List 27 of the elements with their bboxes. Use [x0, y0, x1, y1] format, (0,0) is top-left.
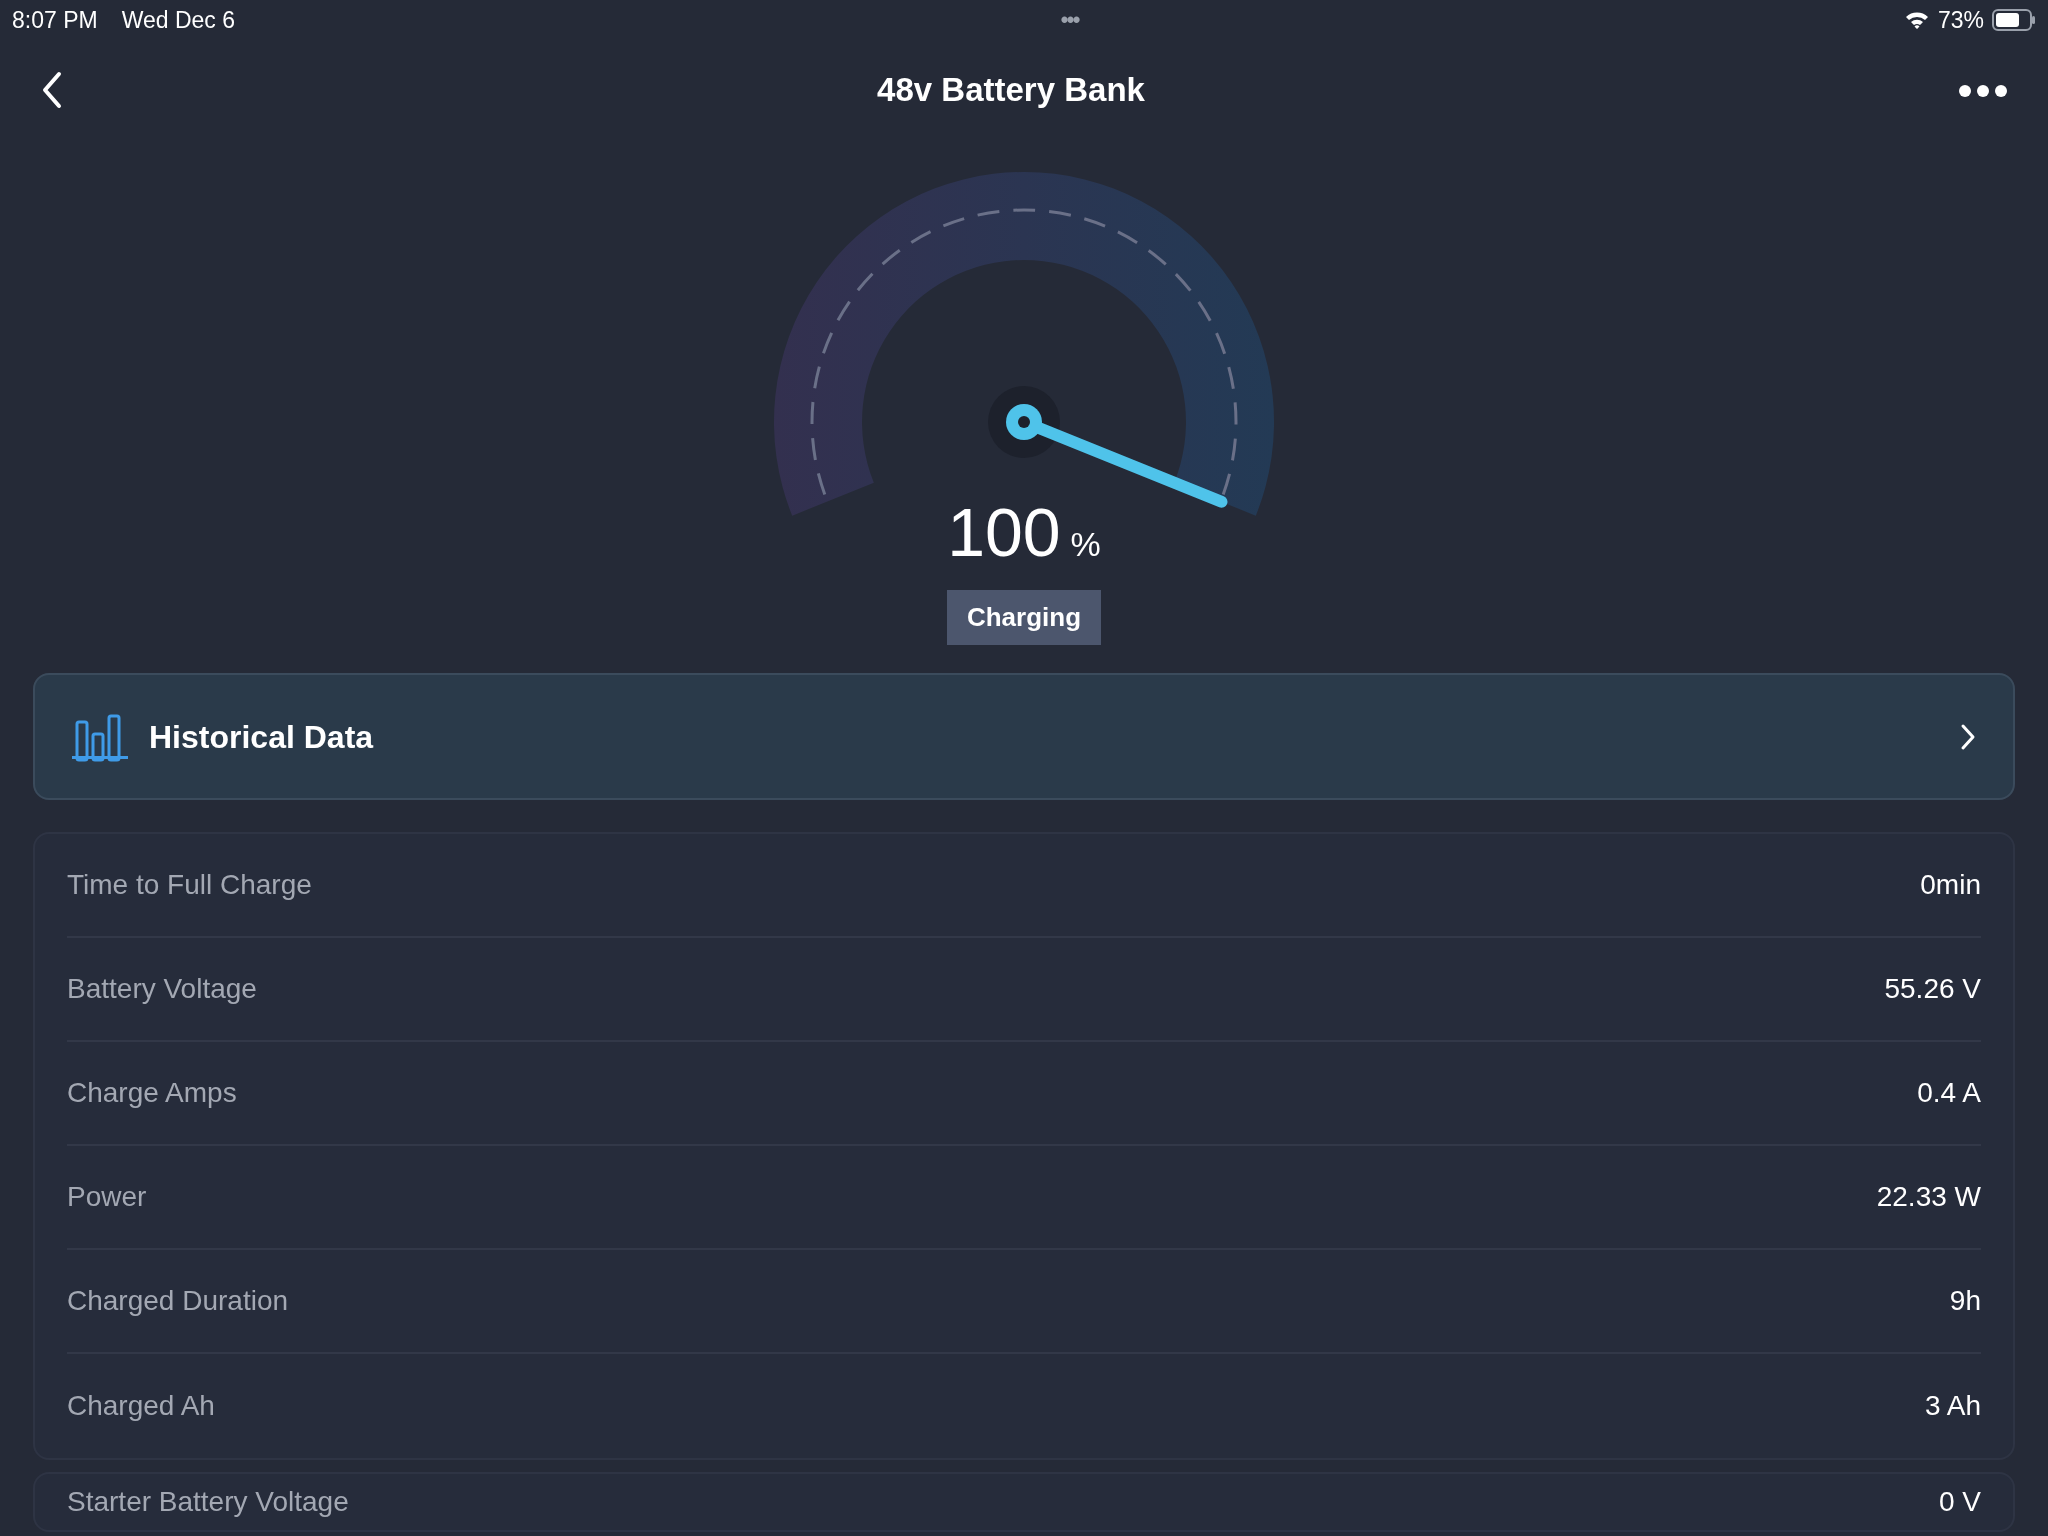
page-title: 48v Battery Bank — [877, 70, 1145, 111]
stat-value: 9h — [1949, 1284, 1981, 1318]
percent-value: 100 — [947, 498, 1061, 566]
status-date: Wed Dec 6 — [121, 5, 235, 35]
historical-data-row[interactable]: Historical Data — [33, 673, 2015, 800]
stat-value: 22.33 W — [1876, 1180, 1981, 1214]
battery-percent: 73% — [1937, 5, 1984, 35]
stat-label: Starter Battery Voltage — [67, 1485, 349, 1519]
stat-label: Battery Voltage — [67, 972, 257, 1006]
stat-value: 0min — [1920, 868, 1981, 902]
history-label: Historical Data — [149, 717, 375, 757]
battery-icon — [1992, 9, 2036, 31]
stat-value: 0 V — [1938, 1485, 1981, 1519]
stat-label: Charge Amps — [67, 1076, 237, 1110]
status-time: 8:07 PM — [12, 5, 98, 35]
stat-value: 0.4 A — [1917, 1076, 1981, 1110]
percent-unit: % — [1070, 527, 1101, 561]
back-button[interactable] — [40, 70, 64, 110]
multitask-dots: ••• — [1060, 5, 1079, 35]
stat-label: Power — [67, 1180, 147, 1214]
chevron-right-icon — [1959, 722, 1977, 751]
stat-value: 55.26 V — [1884, 972, 1981, 1006]
stat-label: Charged Ah — [67, 1389, 215, 1423]
stat-value: 3 Ah — [1924, 1389, 1981, 1423]
status-label: Charging — [946, 590, 1102, 645]
stat-label: Time to Full Charge — [67, 868, 312, 902]
stat-label: Charged Duration — [67, 1284, 289, 1318]
